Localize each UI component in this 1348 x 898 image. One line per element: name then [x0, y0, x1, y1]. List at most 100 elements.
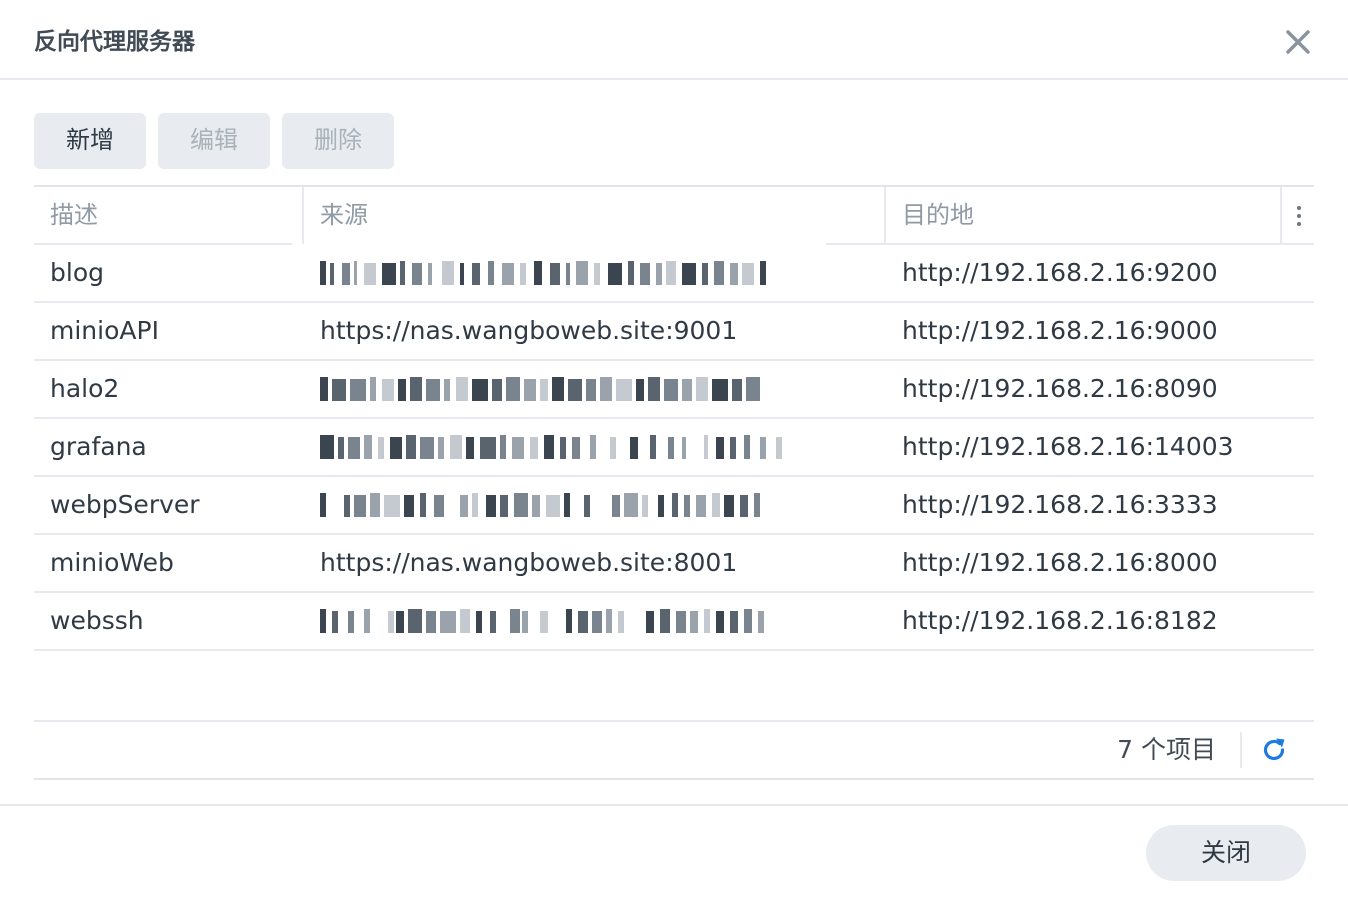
- redaction-block: [378, 437, 384, 459]
- redaction-block: [760, 437, 766, 459]
- redaction-block: [682, 379, 692, 401]
- column-separator[interactable]: [302, 187, 304, 244]
- cell-destination: http://192.168.2.16:8182: [902, 606, 1218, 635]
- redaction-block: [532, 495, 540, 517]
- redaction-block: [690, 611, 698, 633]
- redaction-block: [712, 379, 728, 401]
- redaction-block: [568, 379, 582, 401]
- dialog-footer-divider: [0, 804, 1348, 806]
- delete-button[interactable]: 删除: [282, 113, 394, 169]
- redaction-block: [442, 261, 454, 285]
- redaction-block: [396, 611, 404, 633]
- redaction-block: [404, 495, 414, 517]
- redaction-block: [760, 261, 766, 285]
- redaction-block: [742, 263, 754, 285]
- redaction-block: [460, 495, 468, 517]
- redaction-block: [714, 261, 724, 285]
- cell-source: https://nas.wangboweb.site:9001: [320, 316, 738, 345]
- redaction-block: [522, 611, 528, 633]
- table-top-border: [34, 185, 1314, 187]
- redaction-block: [440, 611, 456, 633]
- redaction-block: [704, 609, 710, 633]
- redaction-block: [566, 263, 570, 285]
- redaction-block: [566, 609, 572, 633]
- redaction-block: [646, 611, 654, 633]
- redaction-block: [530, 437, 538, 459]
- redaction-block: [702, 263, 708, 285]
- redaction-block: [438, 437, 444, 459]
- refresh-icon[interactable]: [1260, 736, 1288, 764]
- redaction-block: [450, 435, 462, 459]
- redaction-block: [744, 609, 752, 633]
- column-separator[interactable]: [1280, 187, 1282, 244]
- column-separator[interactable]: [884, 187, 886, 244]
- redaction-block: [594, 263, 600, 285]
- redaction-block: [502, 263, 514, 285]
- cell-description: webssh: [50, 606, 144, 635]
- redaction-block: [506, 377, 520, 401]
- redaction-block: [758, 611, 764, 633]
- cell-destination: http://192.168.2.16:9200: [902, 258, 1218, 287]
- redaction-block: [606, 609, 612, 633]
- redaction-block: [600, 377, 612, 401]
- redaction-block: [408, 609, 422, 633]
- cell-destination: http://192.168.2.16:9000: [902, 316, 1218, 345]
- redaction-block: [460, 263, 464, 285]
- table-row[interactable]: minioAPI https://nas.wangboweb.site:9001 h…: [34, 303, 1314, 361]
- redaction-block: [342, 263, 350, 285]
- redaction-block: [564, 493, 570, 517]
- cell-destination: http://192.168.2.16:14003: [902, 432, 1234, 461]
- redaction-block: [354, 495, 366, 517]
- table-row[interactable]: webssh http://192.168.2.16:8182: [34, 593, 1314, 651]
- table-row[interactable]: halo2 http://192.168.2.16:8090: [34, 361, 1314, 419]
- redaction-block: [732, 379, 742, 401]
- table-row[interactable]: grafana http://192.168.2.16:14003: [34, 419, 1314, 477]
- add-button[interactable]: 新增: [34, 113, 146, 169]
- redaction-block: [500, 495, 508, 517]
- footer-separator: [1240, 732, 1242, 768]
- table-row[interactable]: blog http://192.168.2.16:9200: [34, 245, 1314, 303]
- column-header-source[interactable]: 来源: [320, 187, 368, 244]
- close-button[interactable]: 关闭: [1146, 825, 1306, 881]
- redaction-block: [534, 261, 542, 285]
- cell-destination: http://192.168.2.16:8000: [902, 548, 1218, 577]
- redaction-block: [552, 377, 564, 401]
- redaction-block: [724, 495, 734, 517]
- redaction-block: [466, 437, 474, 459]
- redaction-block: [510, 609, 520, 633]
- redaction-block: [578, 611, 588, 633]
- redaction-block: [716, 437, 724, 459]
- redaction-block: [712, 493, 720, 517]
- vertical-ellipsis-icon[interactable]: [1286, 187, 1314, 244]
- reverse-proxy-dialog: 反向代理服务器 新增 编辑 删除 描述 来源 目的地 blog http://19…: [0, 0, 1348, 898]
- table-row[interactable]: minioWeb https://nas.wangboweb.site:8001 h…: [34, 535, 1314, 593]
- column-header-destination[interactable]: 目的地: [902, 187, 974, 244]
- redaction-block: [456, 377, 468, 401]
- cell-description: minioAPI: [50, 316, 159, 345]
- close-icon[interactable]: [1282, 26, 1314, 58]
- redaction-block: [524, 379, 536, 401]
- redaction-block: [540, 611, 548, 633]
- redaction-block: [320, 377, 328, 401]
- redaction-block: [348, 611, 354, 633]
- redaction-block: [612, 495, 620, 517]
- redaction-block: [656, 263, 662, 285]
- cell-description: blog: [50, 258, 104, 287]
- redaction-block: [744, 435, 750, 459]
- redaction-block: [350, 379, 366, 401]
- redaction-block: [650, 435, 656, 459]
- redaction-block: [490, 611, 496, 633]
- proxy-table: 描述 来源 目的地 blog http://192.168.2.16:9200 mi…: [34, 185, 1314, 781]
- redaction-block: [390, 437, 402, 459]
- table-row[interactable]: webpServer http://192.168.2.16:3333: [34, 477, 1314, 535]
- redaction-block: [486, 495, 496, 517]
- edit-button[interactable]: 编辑: [158, 113, 270, 169]
- cell-destination: http://192.168.2.16:3333: [902, 490, 1218, 519]
- cell-destination: http://192.168.2.16:8090: [902, 374, 1218, 403]
- redaction-block: [382, 263, 396, 285]
- redaction-block: [480, 437, 496, 459]
- redaction-block: [684, 495, 690, 517]
- redaction-block: [338, 437, 344, 459]
- redaction-block: [608, 263, 622, 285]
- column-header-description[interactable]: 描述: [50, 187, 98, 244]
